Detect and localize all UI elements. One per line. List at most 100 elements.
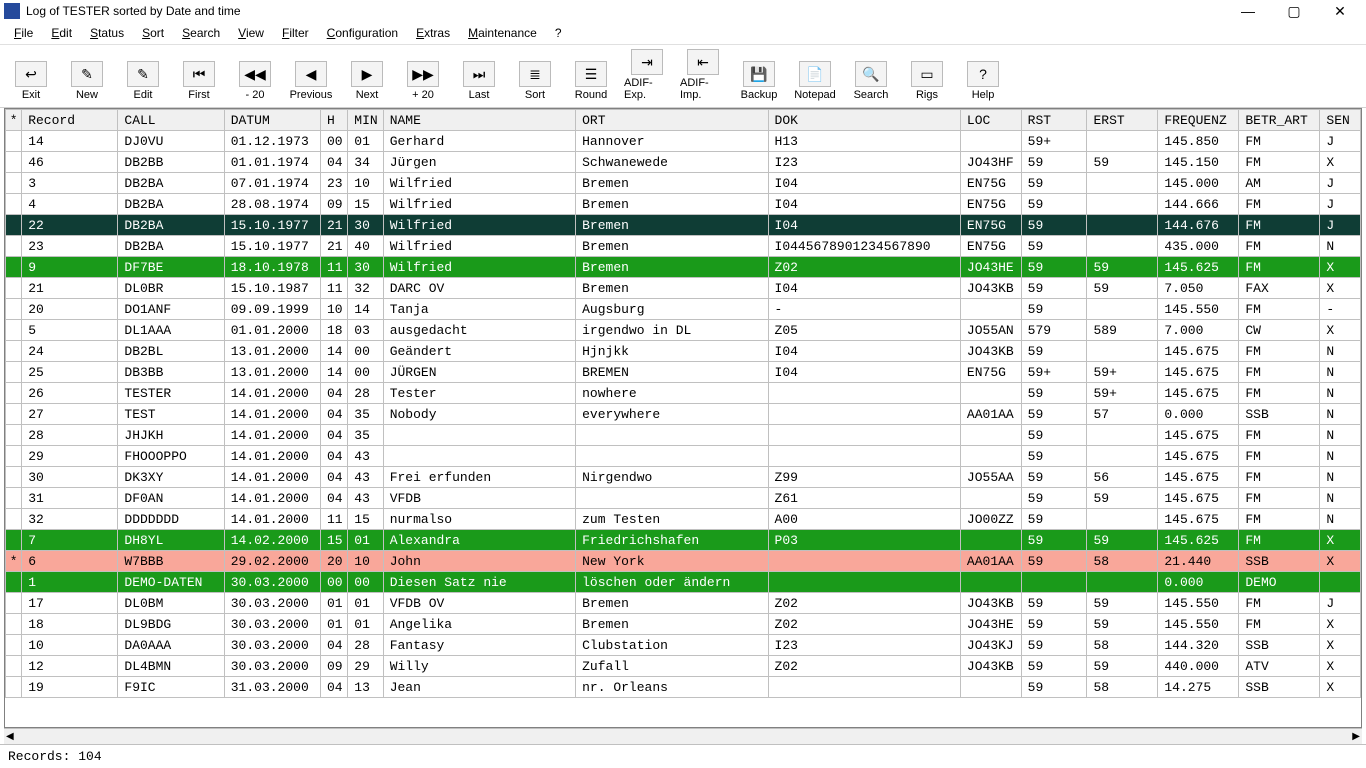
minimize-button[interactable]: —	[1234, 0, 1262, 22]
table-row[interactable]: 7DH8YL14.02.20001501AlexandraFriedrichsh…	[6, 530, 1361, 551]
round-icon: ☰	[575, 61, 607, 87]
table-row[interactable]: 12DL4BMN30.03.20000929WillyZufallZ02JO43…	[6, 656, 1361, 677]
cell: 11	[320, 278, 347, 299]
toolbar-round[interactable]: ☰ Round	[568, 61, 614, 101]
table-row[interactable]: 18DL9BDG30.03.20000101AngelikaBremenZ02J…	[6, 614, 1361, 635]
grid-container[interactable]: *RecordCALLDATUMHMINNAMEORTDOKLOCRSTERST…	[4, 108, 1362, 728]
table-row[interactable]: 26TESTER14.01.20000428Testernowhere5959+…	[6, 383, 1361, 404]
table-row[interactable]: 25DB3BB13.01.20001400JÜRGENBREMENI04EN75…	[6, 362, 1361, 383]
menu-edit[interactable]: Edit	[43, 24, 80, 42]
toolbar-notepad[interactable]: 📄Notepad	[792, 61, 838, 101]
maximize-button[interactable]: ▢	[1280, 0, 1308, 22]
column-header-betrart[interactable]: BETR_ART	[1239, 110, 1320, 131]
table-row[interactable]: 20DO1ANF09.09.19991014TanjaAugsburg-5914…	[6, 299, 1361, 320]
table-row[interactable]: 22DB2BA15.10.19772130WilfriedBremenI04EN…	[6, 215, 1361, 236]
table-row[interactable]: 17DL0BM30.03.20000101VFDB OVBremenZ02JO4…	[6, 593, 1361, 614]
table-row[interactable]: 9DF7BE18.10.19781130WilfriedBremenZ02JO4…	[6, 257, 1361, 278]
horizontal-scrollbar[interactable]: ◀▶	[4, 728, 1362, 744]
table-row[interactable]: 23DB2BA15.10.19772140WilfriedBremenI0445…	[6, 236, 1361, 257]
toolbar-exit[interactable]: ↩Exit	[8, 61, 54, 101]
menu-status[interactable]: Status	[82, 24, 132, 42]
menu-view[interactable]: View	[230, 24, 272, 42]
cell: löschen oder ändern	[576, 572, 768, 593]
column-header-dok[interactable]: DOK	[768, 110, 960, 131]
cell: SSB	[1239, 551, 1320, 572]
toolbar-rigs[interactable]: ▭Rigs	[904, 61, 950, 101]
toolbar-last[interactable]: ⏭Last	[456, 61, 502, 101]
cell: FM	[1239, 593, 1320, 614]
toolbar-adifexp[interactable]: ⇥ADIF-Exp.	[624, 49, 670, 101]
cell: 30.03.2000	[224, 635, 320, 656]
table-row[interactable]: 1DEMO-DATEN30.03.20000000Diesen Satz nie…	[6, 572, 1361, 593]
cell: 59	[1021, 635, 1087, 656]
table-row[interactable]: 5DL1AAA01.01.20001803ausgedachtirgendwo …	[6, 320, 1361, 341]
table-row[interactable]: 24DB2BL13.01.20001400GeändertHjnjkkI04JO…	[6, 341, 1361, 362]
cell: 14	[22, 131, 118, 152]
table-row[interactable]: *6W7BBB29.02.20002010JohnNew YorkAA01AA5…	[6, 551, 1361, 572]
column-header-rst[interactable]: RST	[1021, 110, 1087, 131]
cell: DH8YL	[118, 530, 224, 551]
table-row[interactable]: 31DF0AN14.01.20000443VFDBZ615959145.675F…	[6, 488, 1361, 509]
toolbar-help[interactable]: ?Help	[960, 61, 1006, 101]
toolbar-backup[interactable]: 💾Backup	[736, 61, 782, 101]
column-header-datum[interactable]: DATUM	[224, 110, 320, 131]
toolbar-label: Round	[575, 89, 607, 101]
table-row[interactable]: 27TEST14.01.20000435NobodyeverywhereAA01…	[6, 404, 1361, 425]
row-marker	[6, 404, 22, 425]
cell: DEMO	[1239, 572, 1320, 593]
column-header-sen[interactable]: SEN	[1320, 110, 1361, 131]
cell: 59	[1021, 551, 1087, 572]
menu-maintenance[interactable]: Maintenance	[460, 24, 545, 42]
cell: 26	[22, 383, 118, 404]
toolbar-sort[interactable]: ≣Sort	[512, 61, 558, 101]
cell: 29	[348, 656, 383, 677]
toolbar-adifimp[interactable]: ⇤ADIF-Imp.	[680, 49, 726, 101]
column-header-[interactable]: *	[6, 110, 22, 131]
toolbar-next[interactable]: ▶Next	[344, 61, 390, 101]
table-row[interactable]: 29FHOOOPPO14.01.2000044359145.675FMN	[6, 446, 1361, 467]
table-row[interactable]: 46DB2BB01.01.19740434JürgenSchwanewedeI2…	[6, 152, 1361, 173]
menu-file[interactable]: File	[6, 24, 41, 42]
cell: 14.01.2000	[224, 488, 320, 509]
menu-sort[interactable]: Sort	[134, 24, 172, 42]
toolbar-edit[interactable]: ✎Edit	[120, 61, 166, 101]
menu-configuration[interactable]: Configuration	[319, 24, 406, 42]
menu-[interactable]: ?	[547, 24, 570, 42]
menu-search[interactable]: Search	[174, 24, 228, 42]
column-header-loc[interactable]: LOC	[960, 110, 1021, 131]
toolbar-previous[interactable]: ◀Previous	[288, 61, 334, 101]
table-row[interactable]: 10DA0AAA30.03.20000428FantasyClubstation…	[6, 635, 1361, 656]
toolbar-20[interactable]: ◀◀- 20	[232, 61, 278, 101]
table-row[interactable]: 32DDDDDDD14.01.20001115nurmalsozum Teste…	[6, 509, 1361, 530]
table-row[interactable]: 30DK3XY14.01.20000443Frei erfundenNirgen…	[6, 467, 1361, 488]
menu-filter[interactable]: Filter	[274, 24, 317, 42]
cell: DL0BR	[118, 278, 224, 299]
toolbar: ↩Exit✎New✎Edit⏮First◀◀- 20◀Previous▶Next…	[0, 45, 1366, 108]
data-grid[interactable]: *RecordCALLDATUMHMINNAMEORTDOKLOCRSTERST…	[5, 109, 1361, 698]
column-header-call[interactable]: CALL	[118, 110, 224, 131]
column-header-erst[interactable]: ERST	[1087, 110, 1158, 131]
close-button[interactable]: ✕	[1326, 0, 1354, 22]
column-header-min[interactable]: MIN	[348, 110, 383, 131]
cell: 15.10.1977	[224, 215, 320, 236]
toolbar-20[interactable]: ▶▶+ 20	[400, 61, 446, 101]
cell: 59+	[1087, 362, 1158, 383]
table-row[interactable]: 4DB2BA28.08.19740915WilfriedBremenI04EN7…	[6, 194, 1361, 215]
toolbar-first[interactable]: ⏮First	[176, 61, 222, 101]
table-row[interactable]: 14DJ0VU01.12.19730001GerhardHannoverH135…	[6, 131, 1361, 152]
column-header-frequenz[interactable]: FREQUENZ	[1158, 110, 1239, 131]
column-header-ort[interactable]: ORT	[576, 110, 768, 131]
toolbar-new[interactable]: ✎New	[64, 61, 110, 101]
table-row[interactable]: 3DB2BA07.01.19742310WilfriedBremenI04EN7…	[6, 173, 1361, 194]
menu-extras[interactable]: Extras	[408, 24, 458, 42]
cell: 15	[348, 509, 383, 530]
table-row[interactable]: 21DL0BR15.10.19871132DARC OVBremenI04JO4…	[6, 278, 1361, 299]
column-header-record[interactable]: Record	[22, 110, 118, 131]
toolbar-search[interactable]: 🔍Search	[848, 61, 894, 101]
column-header-name[interactable]: NAME	[383, 110, 575, 131]
table-row[interactable]: 19F9IC31.03.20000413Jeannr. Orleans59581…	[6, 677, 1361, 698]
column-header-h[interactable]: H	[320, 110, 347, 131]
cell: 435.000	[1158, 236, 1239, 257]
table-row[interactable]: 28JHJKH14.01.2000043559145.675FMN	[6, 425, 1361, 446]
backup-icon: 💾	[743, 61, 775, 87]
